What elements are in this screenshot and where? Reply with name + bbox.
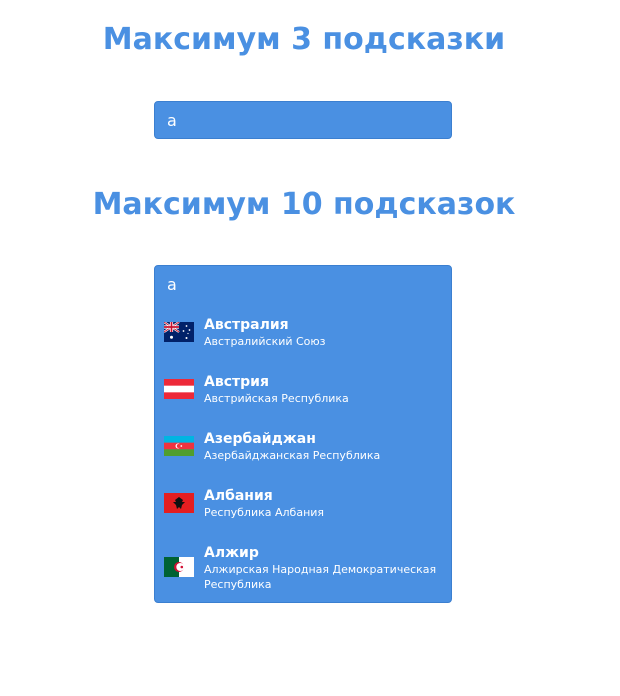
suggestion-full-name: Азербайджанская Республика [204, 449, 381, 462]
suggestion-name: Австралия [204, 317, 289, 333]
suggestion-name: Австрия [204, 374, 269, 390]
suggestion-full-name: Австрийская Республика [204, 392, 349, 405]
search-box-max-3 [154, 101, 452, 139]
suggestion-item[interactable]: Алжир Алжирская Народная Демократическая… [155, 544, 451, 594]
flag-austria-icon [164, 379, 194, 399]
suggestion-item[interactable]: Австралия Австралийский Союз [155, 316, 451, 366]
heading-max-10: Максимум 10 подсказок [92, 187, 516, 222]
suggestion-full-name: Республика Албания [204, 506, 325, 519]
heading-max-3: Максимум 3 подсказки [102, 22, 506, 57]
suggestion-full-name: Алжирская Народная Демократическая Респу… [204, 563, 437, 591]
search-input-max-10[interactable] [155, 266, 451, 302]
suggestion-item[interactable]: Австрия Австрийская Республика [155, 373, 451, 423]
suggestion-name: Азербайджан [204, 431, 316, 447]
suggestion-full-name: Австралийский Союз [204, 335, 326, 348]
flag-algeria-icon [164, 557, 194, 577]
flag-australia-icon [164, 322, 194, 342]
flag-albania-icon [164, 493, 194, 513]
flag-azerbaijan-icon [164, 436, 194, 456]
suggestion-name: Албания [204, 488, 273, 504]
suggestion-item[interactable]: Албания Республика Албания [155, 487, 451, 537]
suggestion-name: Алжир [204, 545, 259, 561]
search-input-max-3[interactable] [155, 102, 451, 138]
suggestion-item[interactable]: Азербайджан Азербайджанская Республика [155, 430, 451, 480]
search-box-max-10: Австралия Австралийский Союз Австрия Авс… [154, 265, 452, 603]
